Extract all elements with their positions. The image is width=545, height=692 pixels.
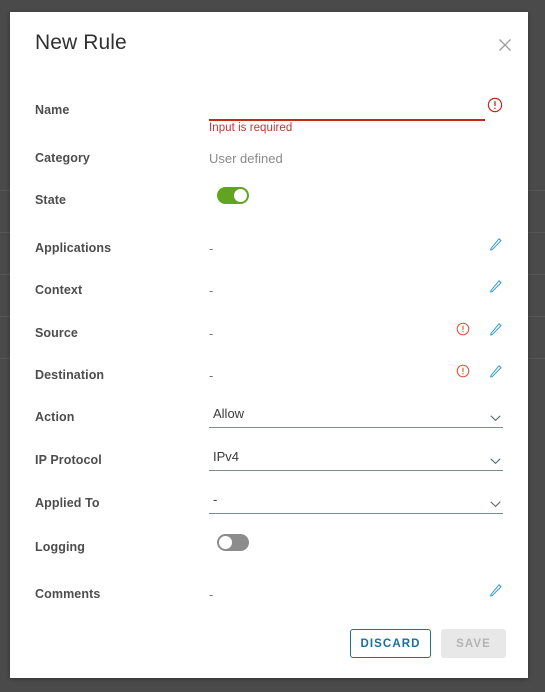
- field-label-name: Name: [35, 103, 70, 117]
- field-label-destination: Destination: [35, 368, 105, 382]
- logging-toggle-knob: [219, 536, 232, 549]
- action-select[interactable]: Allow: [209, 404, 503, 428]
- pencil-edit-icon[interactable]: [488, 278, 504, 294]
- field-label-source: Source: [35, 326, 78, 340]
- pencil-edit-icon[interactable]: [488, 363, 504, 379]
- field-label-category: Category: [35, 151, 90, 165]
- action-select-value: Allow: [213, 406, 245, 421]
- applied-to-select-value: -: [213, 492, 218, 507]
- ip-protocol-select-value: IPv4: [213, 449, 240, 464]
- field-value-comments: -: [209, 587, 214, 602]
- dialog-header: New Rule: [10, 12, 528, 74]
- field-value-source: -: [209, 326, 214, 341]
- field-label-comments: Comments: [35, 587, 101, 601]
- field-value-destination: -: [209, 368, 214, 383]
- error-exclamation-icon: [456, 364, 470, 378]
- applied-to-select[interactable]: -: [209, 490, 503, 514]
- new-rule-dialog: New Rule Name Input is required Category: [10, 12, 528, 678]
- pencil-edit-icon[interactable]: [488, 582, 504, 598]
- field-value-category: User defined: [209, 151, 283, 166]
- save-button[interactable]: SAVE: [441, 629, 506, 658]
- field-label-logging: Logging: [35, 540, 85, 554]
- field-label-applications: Applications: [35, 241, 112, 255]
- field-value-applications: -: [209, 241, 214, 256]
- state-toggle[interactable]: [217, 187, 249, 204]
- state-toggle-knob: [234, 189, 247, 202]
- close-icon[interactable]: [494, 34, 516, 56]
- page-title: New Rule: [35, 31, 127, 54]
- field-label-context: Context: [35, 283, 83, 297]
- field-value-context: -: [209, 283, 214, 298]
- field-label-ip-protocol: IP Protocol: [35, 453, 102, 467]
- dialog-footer: DISCARD SAVE: [10, 616, 528, 678]
- pencil-edit-icon[interactable]: [488, 321, 504, 337]
- logging-toggle[interactable]: [217, 534, 249, 551]
- name-error-message: Input is required: [209, 122, 293, 134]
- pencil-edit-icon[interactable]: [488, 236, 504, 252]
- field-label-applied-to: Applied To: [35, 496, 100, 510]
- error-exclamation-icon: [456, 322, 470, 336]
- chevron-down-icon: [490, 452, 501, 465]
- name-input[interactable]: [209, 99, 485, 121]
- ip-protocol-select[interactable]: IPv4: [209, 447, 503, 471]
- error-exclamation-icon: [487, 97, 503, 113]
- chevron-down-icon: [490, 409, 501, 422]
- chevron-down-icon: [490, 495, 501, 508]
- discard-button[interactable]: DISCARD: [350, 629, 431, 658]
- field-label-action: Action: [35, 410, 75, 424]
- field-label-state: State: [35, 193, 67, 207]
